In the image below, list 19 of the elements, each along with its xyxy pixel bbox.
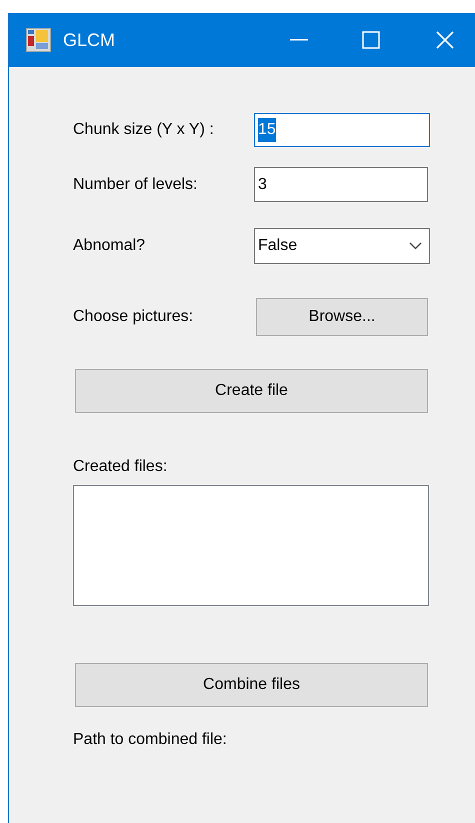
- label: Created files:: [73, 457, 168, 477]
- chevron-down-icon: [409, 242, 422, 250]
- maximize-icon[interactable]: [362, 31, 380, 49]
- field-label: Number of levels:: [73, 174, 198, 194]
- label: Path to combined file:: [73, 730, 228, 750]
- input-field[interactable]: 15: [254, 113, 430, 147]
- field-label: Choose pictures:: [73, 307, 194, 327]
- input-field[interactable]: 3: [254, 167, 428, 202]
- app-icon: [26, 28, 51, 52]
- minimize-icon[interactable]: [290, 39, 308, 41]
- files-list[interactable]: [73, 485, 429, 606]
- close-icon[interactable]: [436, 31, 454, 49]
- create-file-button[interactable]: Create file: [75, 369, 428, 413]
- dropdown[interactable]: False: [254, 228, 430, 264]
- field-label: Abnomal?: [73, 236, 146, 256]
- combine-files-button[interactable]: Combine files: [75, 663, 428, 707]
- browse-button[interactable]: Browse...: [256, 298, 428, 336]
- window-title: GLCM: [63, 28, 116, 52]
- field-label: Chunk size (Y x Y) :: [73, 120, 215, 140]
